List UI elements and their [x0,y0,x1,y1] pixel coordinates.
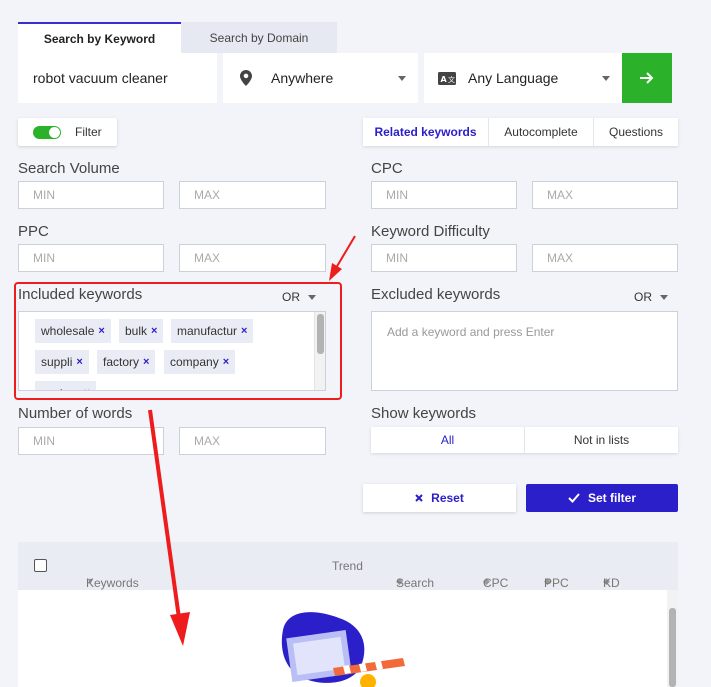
cpc-label: CPC [371,160,403,177]
column-label: Search [396,576,435,590]
chevron-down-icon [398,75,406,81]
tab-search-by-domain[interactable]: Search by Domain [181,22,337,53]
location-value: Anywhere [271,70,334,86]
close-icon [415,494,423,502]
arrow-to-included-keywords [329,235,356,281]
toggle-switch[interactable] [33,125,61,139]
filter-toggle[interactable]: Filter [18,118,117,146]
kd-min[interactable]: MIN [371,244,517,272]
words-max[interactable]: MAX [179,427,326,455]
show-keywords-label: Show keywords [371,405,477,422]
excluded-keywords-label: Excluded keywords [371,286,501,303]
search-volume-min[interactable]: MIN [18,181,164,209]
search-bar: robot vacuum cleaner Anywhere A 文 Any La… [18,53,678,103]
column-label: CPC [483,576,509,590]
select-all-checkbox[interactable] [34,559,47,572]
search-volume-label: Search Volume [18,160,120,177]
number-of-words-label: Number of words [18,405,133,422]
chevron-down-icon [660,294,668,300]
language-value: Any Language [468,70,559,86]
translate-icon: A 文 [438,71,456,85]
ppc-label: PPC [18,223,49,240]
svg-text:文: 文 [448,75,455,84]
chevron-down-icon [602,75,610,81]
cpc-min[interactable]: MIN [371,181,517,209]
set-filter-button[interactable]: Set filter [526,484,678,512]
tab-search-by-keyword[interactable]: Search by Keyword [18,22,181,53]
location-select[interactable]: Anywhere [223,53,418,103]
column-label: KD [603,576,620,590]
excluded-keywords-input[interactable]: Add a keyword and press Enter [371,311,678,391]
set-filter-label: Set filter [587,491,636,505]
tab-related-keywords[interactable]: Related keywords [363,118,489,146]
column-trend: Trend [332,559,363,573]
scrollbar-thumb[interactable] [669,608,676,687]
column-label: Keywords [86,576,139,590]
reset-button[interactable]: Reset [363,484,516,512]
search-volume-max[interactable]: MAX [179,181,326,209]
check-icon [568,493,580,503]
reset-label: Reset [431,491,464,505]
ppc-min[interactable]: MIN [18,244,164,272]
table-scrollbar[interactable] [667,590,678,687]
tab-questions[interactable]: Questions [594,118,678,146]
filter-label: Filter [75,125,102,139]
result-type-tabs: Related keywords Autocomplete Questions [363,118,678,146]
keyword-input[interactable]: robot vacuum cleaner [18,53,217,103]
location-pin-icon [240,70,252,86]
kd-max[interactable]: MAX [532,244,678,272]
column-label: PPC [544,576,569,590]
excluded-or-select[interactable]: OR [634,290,668,304]
results-table-body [18,590,678,687]
keyword-difficulty-label: Keyword Difficulty [371,223,490,240]
language-select[interactable]: A 文 Any Language [424,53,622,103]
results-table-header: ▼ Keywords Trend ◆ Search ◆ CPC ◆ PPC ◆ … [18,542,678,590]
empty-state-illustration [281,612,405,687]
show-all-option[interactable]: All [371,427,525,453]
show-keywords-toggle: All Not in lists [371,427,678,453]
search-button[interactable] [622,53,672,103]
highlight-box [14,282,342,400]
arrow-right-icon [640,72,654,84]
cpc-max[interactable]: MAX [532,181,678,209]
ppc-max[interactable]: MAX [179,244,326,272]
or-label: OR [634,290,652,304]
show-not-in-lists-option[interactable]: Not in lists [525,427,678,453]
tab-autocomplete[interactable]: Autocomplete [489,118,594,146]
svg-text:A: A [441,75,448,84]
words-min[interactable]: MIN [18,427,164,455]
